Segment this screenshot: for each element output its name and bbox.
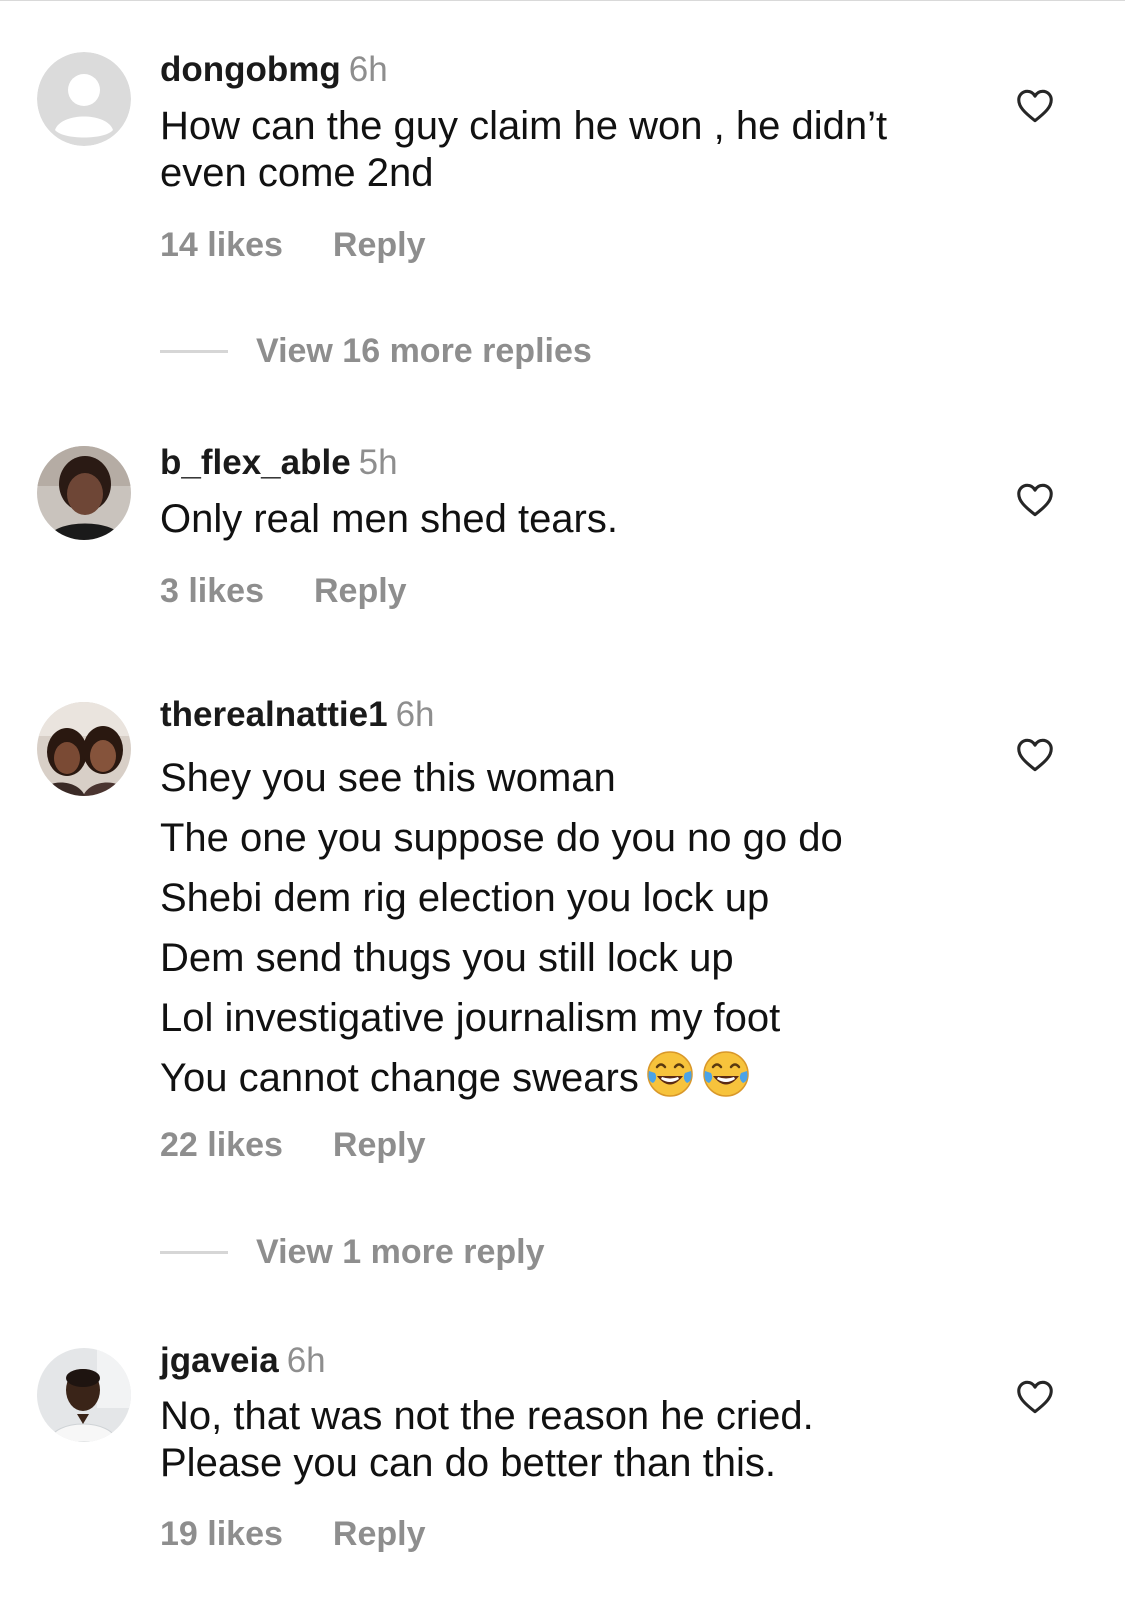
comment-meta: 14 likes Reply [160, 225, 425, 265]
timestamp: 6h [286, 1341, 326, 1380]
comment-line: Shebi dem rig election you lock up [160, 876, 770, 920]
comment-line: even come 2nd [160, 151, 434, 195]
face-with-tears-of-joy-emoji [703, 1051, 749, 1097]
comment-line: Shey you see this woman [160, 756, 616, 800]
comment-line: Lol investigative journalism my foot [160, 996, 781, 1040]
comment-line: How can the guy claim he won , he didn’t [160, 104, 888, 148]
comment-text: Only real men shed tears. [160, 496, 990, 543]
comment-line: Dem send thugs you still lock up [160, 936, 734, 980]
face-with-tears-of-joy-emoji [647, 1051, 693, 1097]
username[interactable]: jgaveia [160, 1341, 279, 1380]
view-more-replies-button[interactable]: View 1 more reply [160, 1232, 545, 1272]
likes-count[interactable]: 3 likes [160, 572, 264, 610]
top-divider [0, 0, 1125, 1]
profile-photo [37, 446, 131, 540]
avatar[interactable] [37, 446, 131, 540]
likes-count[interactable]: 22 likes [160, 1126, 283, 1164]
heart-icon[interactable] [1016, 483, 1054, 517]
reply-button[interactable]: Reply [314, 572, 407, 610]
profile-photo [37, 702, 131, 796]
comment-line: The one you suppose do you no go do [160, 816, 843, 860]
timestamp: 5h [358, 443, 398, 482]
default-avatar-icon [37, 52, 131, 146]
username[interactable]: b_flex_able [160, 443, 351, 482]
avatar[interactable] [37, 52, 131, 146]
view-more-label: View 16 more replies [256, 332, 592, 370]
comment-text: No, that was not the reason he cried. Pl… [160, 1393, 990, 1487]
comment-line: You cannot change swears [160, 1048, 990, 1108]
username[interactable]: therealnattie1 [160, 695, 388, 734]
heart-icon[interactable] [1016, 738, 1054, 772]
comment-text: Shey you see this woman The one you supp… [160, 748, 990, 1108]
avatar[interactable] [37, 702, 131, 796]
avatar[interactable] [37, 1348, 131, 1442]
reply-button[interactable]: Reply [333, 1126, 426, 1164]
view-replies-divider [160, 1250, 228, 1254]
comment-line: No, that was not the reason he cried. [160, 1394, 814, 1438]
comment-text: How can the guy claim he won , he didn’t… [160, 103, 990, 197]
comment-line: Please you can do better than this. [160, 1441, 776, 1485]
comment-line: Only real men shed tears. [160, 497, 618, 541]
comment-meta: 3 likes Reply [160, 571, 407, 611]
heart-icon[interactable] [1016, 1380, 1054, 1414]
timestamp: 6h [348, 50, 388, 89]
comment-meta: 22 likes Reply [160, 1125, 425, 1165]
view-more-label: View 1 more reply [256, 1233, 545, 1271]
comment-header: jgaveia 6h [160, 1341, 326, 1381]
comment-header: dongobmg 6h [160, 50, 388, 90]
username[interactable]: dongobmg [160, 50, 341, 89]
comment-line-text: You cannot change swears [160, 1056, 639, 1100]
likes-count[interactable]: 19 likes [160, 1515, 283, 1553]
heart-icon[interactable] [1016, 89, 1054, 123]
laughing-emoji-pair [639, 1051, 751, 1100]
comment-header: therealnattie1 6h [160, 695, 435, 735]
comment-meta: 19 likes Reply [160, 1514, 425, 1554]
reply-button[interactable]: Reply [333, 1515, 426, 1553]
reply-button[interactable]: Reply [333, 226, 426, 264]
profile-photo [37, 1348, 131, 1442]
likes-count[interactable]: 14 likes [160, 226, 283, 264]
timestamp: 6h [395, 695, 435, 734]
comment-header: b_flex_able 5h [160, 443, 398, 483]
view-more-replies-button[interactable]: View 16 more replies [160, 331, 592, 371]
view-replies-divider [160, 349, 228, 353]
